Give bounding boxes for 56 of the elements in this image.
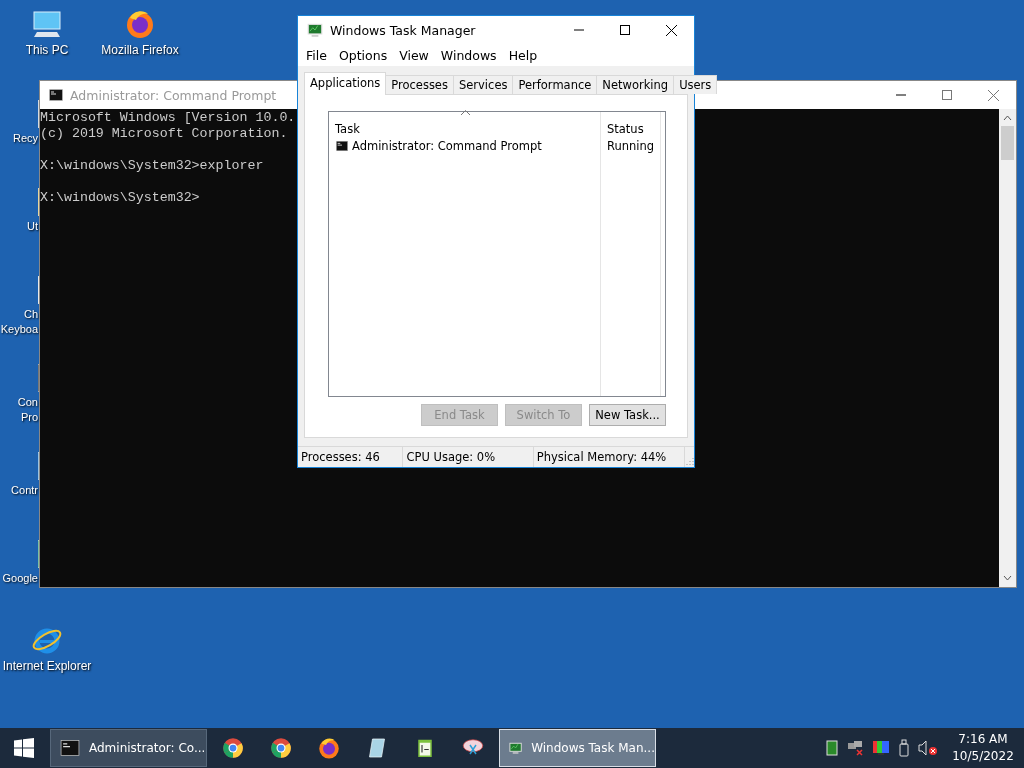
desktop-icon-label[interactable]: Keyboa [0, 322, 38, 337]
chrome-icon [221, 736, 245, 760]
console-line: (c) 2019 Microsoft Corporation. [40, 126, 288, 142]
network-icon[interactable] [846, 740, 864, 756]
desktop-icon-label[interactable]: Ch [23, 307, 38, 322]
tab[interactable]: Networking [596, 75, 675, 94]
maximize-icon[interactable] [620, 25, 630, 35]
window-title: Administrator: Command Prompt [70, 87, 278, 103]
desktop-icon-label[interactable]: Mozilla Firefox [101, 43, 179, 58]
computer-icon [31, 8, 63, 40]
console-icon [59, 737, 81, 759]
console-line: X:\windows\System32>explorer [40, 158, 264, 174]
menu-item[interactable]: Options [332, 47, 394, 63]
display-icon[interactable] [872, 740, 890, 756]
firefox-icon [317, 736, 341, 760]
desktop-icon-label[interactable]: Recy [12, 131, 38, 146]
clock[interactable]: 7:16 AM 10/5/2022 [948, 731, 1018, 765]
menu-item[interactable]: View [393, 47, 435, 63]
tab[interactable]: Users [673, 75, 718, 94]
table-cell-text: Running [606, 138, 656, 155]
start-icon[interactable] [14, 738, 34, 758]
status-text: CPU Usage: 0% [403, 447, 534, 467]
desktop-icon-label[interactable]: Google [2, 571, 38, 586]
desktop-icon-label[interactable]: This PC [25, 43, 69, 58]
console-line: X:\windows\System32> [40, 190, 200, 206]
desktop-icon-label[interactable]: Internet Explorer [2, 659, 92, 674]
console-icon [48, 87, 64, 103]
scroll-thumb[interactable] [1001, 126, 1014, 160]
close-icon[interactable] [665, 24, 677, 36]
taskbar-window-button[interactable]: Windows Task Man... [499, 729, 656, 767]
tab[interactable]: Applications [304, 72, 387, 95]
sort-caret-icon [461, 110, 470, 115]
usb-drive-icon[interactable] [898, 739, 910, 757]
column-header[interactable]: Status [601, 112, 660, 136]
desktop-icon-label[interactable]: Contr [11, 483, 38, 498]
scrollbar[interactable] [999, 109, 1016, 587]
speaker-muted-icon[interactable] [918, 740, 938, 756]
firefox-icon [124, 8, 156, 40]
table-cell[interactable]: Administrator: Command Prompt [329, 136, 600, 156]
console-icon [335, 139, 349, 153]
desktop-icon-label[interactable]: Con [17, 395, 38, 410]
status-text: Processes: 46 [298, 447, 404, 467]
console-line: Microsoft Windows [Version 10.0. [40, 110, 296, 126]
status-text: Physical Memory: 44% [533, 447, 686, 467]
window-title: Windows Task Manager [330, 22, 477, 38]
column-header[interactable]: Task [329, 112, 600, 136]
menu-item[interactable]: File [300, 47, 333, 63]
desktop-icon-label[interactable]: Pro [20, 410, 38, 425]
resize-grip-icon[interactable] [686, 457, 694, 465]
menu-item[interactable]: Windows [434, 47, 503, 63]
menu-item[interactable]: Help [502, 47, 544, 63]
taskbar-window-button[interactable]: Administrator: Co... [50, 729, 207, 767]
desktop-icon-label[interactable]: Ut [27, 219, 38, 234]
task-button[interactable]: New Task... [589, 404, 666, 426]
chrome-icon [269, 736, 293, 760]
task-manager-icon [306, 21, 324, 39]
